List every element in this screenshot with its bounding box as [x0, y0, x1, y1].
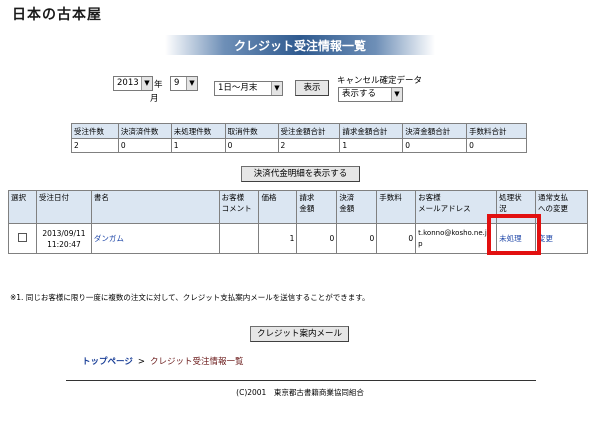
col-price-header: 価格 — [258, 190, 298, 224]
col-settled-header: 決済 金額 — [336, 190, 378, 224]
summary-value: 0 — [466, 138, 527, 153]
summary-header: 未処理件数 — [170, 123, 226, 139]
chevron-down-icon: ▼ — [391, 88, 402, 101]
summary-value: 0 — [224, 138, 279, 153]
summary-header: 受注金額合計 — [277, 123, 341, 139]
page-title-banner: クレジット受注情報一覧 — [165, 35, 435, 55]
billed-cell: 0 — [296, 223, 338, 254]
cancel-data-value: 表示する — [342, 89, 377, 99]
year-select-value: 2013 — [117, 78, 139, 88]
summary-value: 0 — [117, 138, 172, 153]
summary-header: 取消件数 — [224, 123, 279, 139]
cancel-data-select[interactable]: 表示する ▼ — [338, 87, 403, 102]
footer-copyright: (C)2001 東京都古書籍商業協同組合 — [236, 388, 364, 397]
breadcrumb-home-link[interactable]: トップページ — [82, 357, 133, 367]
col-change-header: 通常支払 への変更 — [535, 190, 588, 224]
col-select-header: 選択 — [8, 190, 37, 224]
year-unit-label: 年 — [154, 80, 163, 90]
credit-mail-button[interactable]: クレジット案内メール — [250, 326, 349, 342]
row-select-cell — [8, 223, 37, 254]
col-fee-header: 手数料 — [376, 190, 417, 224]
summary-value: 0 — [402, 138, 468, 153]
col-comment-header: お客様 コメント — [218, 190, 260, 224]
summary-header: 決済済件数 — [117, 123, 172, 139]
settled-cell: 0 — [336, 223, 378, 254]
order-date: 2013/09/11 11:20:47 — [35, 223, 92, 254]
title-cell: ダンガム — [90, 223, 220, 254]
col-date-header: 受注日付 — [35, 190, 92, 224]
summary-header: 請求金額合計 — [339, 123, 404, 139]
summary-value: 1 — [339, 138, 404, 153]
col-email-header: お客様 メールアドレス — [415, 190, 498, 224]
summary-header-row: 受注件数 決済済件数 未処理件数 取消件数 受注金額合計 請求金額合計 決済金額… — [71, 123, 527, 139]
status-highlight-box — [487, 214, 541, 255]
page-title: クレジット受注情報一覧 — [233, 39, 366, 53]
comment-cell — [218, 223, 260, 254]
price-cell: 1 — [258, 223, 298, 254]
summary-value-row: 2 0 1 0 2 1 0 0 — [71, 138, 527, 153]
summary-header: 受注件数 — [71, 123, 119, 139]
summary-value: 2 — [277, 138, 341, 153]
row-checkbox[interactable] — [17, 232, 27, 242]
summary-value: 2 — [71, 138, 119, 153]
summary-header: 決済金額合計 — [402, 123, 468, 139]
email-cell: t.konno@kosho.ne.j p — [415, 223, 498, 254]
col-title-header: 書名 — [90, 190, 220, 224]
chevron-down-icon: ▼ — [141, 77, 152, 90]
breadcrumb: トップページ > クレジット受注情報一覧 — [82, 355, 243, 367]
month-unit-label: 月 — [150, 94, 159, 104]
mail-note: ※1. 同じお客様に限り一度に複数の注文に対して、クレジット支払案内メールを送信… — [10, 293, 370, 302]
footer-divider — [66, 380, 536, 381]
breadcrumb-current: クレジット受注情報一覧 — [149, 357, 244, 367]
summary-table: 受注件数 決済済件数 未処理件数 取消件数 受注金額合計 請求金額合計 決済金額… — [71, 123, 527, 153]
breadcrumb-separator: > — [137, 357, 145, 367]
chevron-down-icon: ▼ — [271, 82, 282, 95]
month-select-value: 9 — [174, 78, 180, 88]
change-cell: 変更 — [535, 223, 588, 254]
summary-value: 1 — [170, 138, 226, 153]
site-logo[interactable]: 日本の古本屋 — [12, 4, 102, 24]
fee-cell: 0 — [376, 223, 417, 254]
month-select[interactable]: 9 ▼ — [170, 76, 198, 91]
day-range-value: 1日～月末 — [218, 83, 258, 93]
show-payment-details-button[interactable]: 決済代金明細を表示する — [241, 166, 360, 182]
col-billed-header: 請求 金額 — [296, 190, 338, 224]
day-range-select[interactable]: 1日～月末 ▼ — [214, 81, 283, 96]
summary-header: 手数料合計 — [466, 123, 527, 139]
book-title-link[interactable]: ダンガム — [94, 234, 124, 243]
chevron-down-icon: ▼ — [186, 77, 197, 90]
display-button[interactable]: 表示 — [295, 80, 329, 96]
year-select[interactable]: 2013 ▼ — [113, 76, 153, 91]
cancel-data-label: キャンセル確定データ — [337, 76, 423, 86]
